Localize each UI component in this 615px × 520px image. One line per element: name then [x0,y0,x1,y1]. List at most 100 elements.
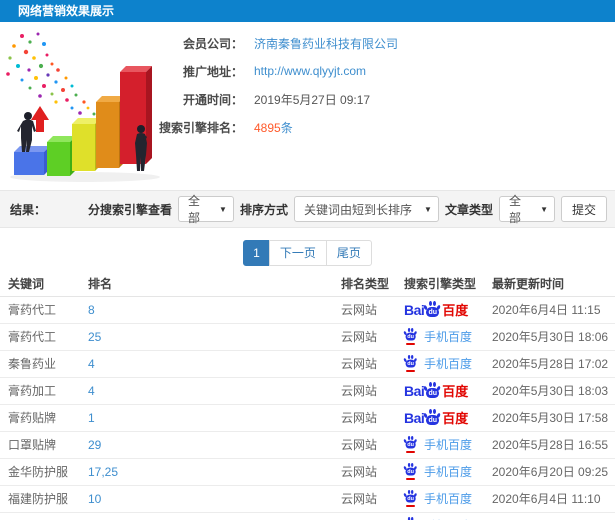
rank-type-cell: 云网站 [333,350,396,378]
promo-url-link[interactable]: http://www.qlyyjt.com [254,64,366,78]
engine-cell: Bai du 百度 [396,404,484,432]
filter-controls: 分搜索引擎查看 全部 ▼ 排序方式 关键词由短到长排序 ▼ 文章类型 全部 ▼ … [88,194,607,225]
updated-cell: 2020年6月20日 09:25 [484,458,615,486]
col-keyword: 关键词 [0,272,80,297]
rank-cell: 8 [80,296,333,324]
col-rank: 排名 [80,272,333,297]
rank-link[interactable]: 10 [88,492,101,506]
table-row: 膏药贴牌 1 云网站 Bai du 百度 2020年5月30日 17:58 [0,404,615,432]
page-title: 网络营销效果展示 [18,4,115,18]
baidu-logo: Bai du 百度 [404,409,469,426]
rank-type-cell: 云网站 [333,323,396,351]
table-row: 膏药加工 4 云网站 Bai du 百度 2020年5月30日 18:03 [0,377,615,405]
results-table: 关键词 排名 排名类型 搜索引擎类型 最新更新时间 膏药代工 8 云网站 Bai du 百… [0,272,615,520]
mobile-baidu-logo: du手机百度 [403,355,472,372]
engine-select-value: 全部 [187,194,200,225]
page-1-button[interactable]: 1 [243,240,270,266]
engine-cell: du手机百度 [396,458,484,486]
article-type-select[interactable]: 全部 ▼ [498,194,555,225]
keyword-cell: 金华防护服 [0,458,80,486]
rank-link[interactable]: 4 [88,357,95,371]
rank-link[interactable]: 4 [88,384,95,398]
open-time-label: 开通时间： [182,92,243,107]
keyword-cell: 福建防护服 [0,485,80,513]
rank-cell [80,512,333,520]
keyword-cell: 膏药加工 [0,377,80,405]
article-type-select-value: 全部 [508,194,521,225]
open-time-value: 2019年5月27日 09:17 [254,92,371,107]
keyword-cell: 膏药贴牌 [0,404,80,432]
window-titlebar: 网络营销效果展示 [0,0,615,22]
baidu-logo: Bai du 百度 [404,301,469,318]
engine-cell: du手机百度 [396,512,484,520]
baidu-paw-icon: du [423,382,442,399]
keyword-cell: 口罩贴牌 [0,431,80,459]
sort-select[interactable]: 关键词由短到长排序 ▼ [293,196,439,222]
member-company-row: 会员公司： 济南秦鲁药业科技有限公司 [125,35,398,52]
ranking-count-value: 4895条 [254,119,293,136]
rank-link[interactable]: 25 [88,330,101,344]
updated-cell: 2020年5月30日 17:58 [484,404,615,432]
baidu-paw-icon: du [403,463,418,476]
keyword-cell: 膏药代工 [0,296,80,324]
mobile-baidu-icon: du [403,355,419,372]
rank-link[interactable]: 1 [88,411,95,425]
rank-link[interactable]: 17,25 [88,465,118,479]
engine-cell: du手机百度 [396,323,484,351]
rank-type-cell: 云网站 [333,377,396,405]
mobile-baidu-logo: du手机百度 [403,328,472,345]
updated-cell: 2020年6月4日 11:10 [484,485,615,513]
table-row: 口罩贴牌 29 云网站 du 手机百度 2020年5月28日 16:55 [0,431,615,459]
mobile-baidu-icon: du [403,328,419,345]
col-updated: 最新更新时间 [484,272,615,297]
engine-cell: du手机百度 [396,485,484,513]
keyword-cell [0,512,80,520]
updated-cell: 2020年6月4日 11:15 [484,296,615,324]
updated-cell: 2020年5月30日 18:03 [484,377,615,405]
next-page-button[interactable]: 下一页 [268,240,327,266]
mobile-baidu-icon: du [403,436,419,453]
table-row: 膏药代工 8 云网站 Bai du 百度 2020年6月4日 11:15 [0,296,615,324]
mobile-baidu-icon: du [403,463,419,480]
filter-bar: 结果： 分搜索引擎查看 全部 ▼ 排序方式 关键词由短到长排序 ▼ 文章类型 全… [0,190,615,228]
sort-filter-label: 排序方式 [239,202,288,217]
pagination: 1 下一页 尾页 [0,240,615,266]
rank-type-cell [333,512,396,520]
ranking-count-row: 搜索引擎排名： 4895条 [125,119,398,136]
updated-cell: 2020年5月28日 16:55 [484,431,615,459]
engine-cell: du手机百度 [396,350,484,378]
ranking-count-unit: 条 [280,120,293,135]
rank-type-cell: 云网站 [333,458,396,486]
col-engine-type: 搜索引擎类型 [396,272,484,297]
engine-select[interactable]: 全部 ▼ [177,194,234,225]
rank-cell: 25 [80,323,333,351]
ranking-count-number: 4895 [254,120,281,135]
rank-type-cell: 云网站 [333,404,396,432]
table-header-row: 关键词 排名 排名类型 搜索引擎类型 最新更新时间 [0,272,615,297]
table-row: du手机百度 [0,512,615,520]
rank-link[interactable]: 29 [88,438,101,452]
rank-link[interactable]: 8 [88,303,95,317]
rank-cell: 1 [80,404,333,432]
updated-cell [484,512,615,520]
table-row: 膏药代工 25 云网站 du 手机百度 2020年5月30日 18:06 [0,323,615,351]
keyword-cell: 膏药代工 [0,323,80,351]
last-page-button[interactable]: 尾页 [325,240,372,266]
engine-cell: Bai du 百度 [396,296,484,324]
mobile-baidu-icon: du [403,490,419,507]
chevron-down-icon: ▼ [540,204,548,214]
mobile-baidu-logo: du手机百度 [403,436,472,453]
rank-cell: 4 [80,377,333,405]
baidu-paw-icon: du [403,490,418,503]
open-time-row: 开通时间： 2019年5月27日 09:17 [125,92,398,107]
updated-cell: 2020年5月30日 18:06 [484,323,615,351]
submit-button[interactable]: 提交 [560,196,607,222]
member-company-link[interactable]: 济南秦鲁药业科技有限公司 [254,35,398,52]
ranking-count-label: 搜索引擎排名： [158,120,243,135]
results-table-body: 膏药代工 8 云网站 Bai du 百度 2020年6月4日 11:15 膏药代工 25 云网站 d… [0,296,615,520]
keyword-cell: 秦鲁药业 [0,350,80,378]
chevron-down-icon: ▼ [219,204,227,214]
page: 网络营销效果展示 会员公司： 济南秦鲁药业科技有限公司 推广地址： http:/… [0,0,615,520]
rank-type-cell: 云网站 [333,296,396,324]
mobile-baidu-logo: du手机百度 [403,463,472,480]
